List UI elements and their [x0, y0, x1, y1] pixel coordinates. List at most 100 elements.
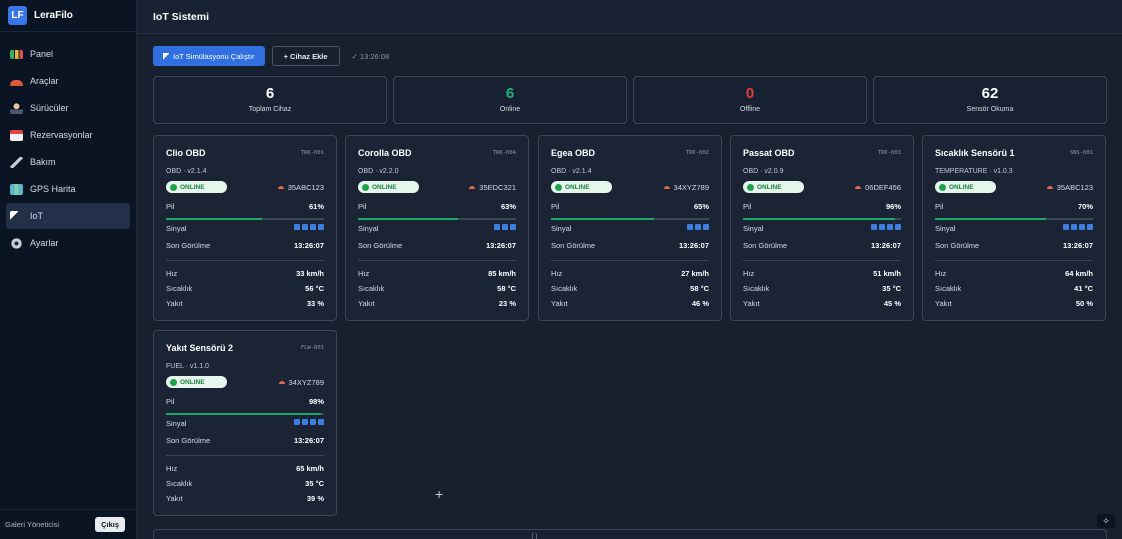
- battery-bar: [166, 413, 324, 415]
- fuel-row: Yakıt 50 %: [935, 299, 1093, 308]
- battery-row: Pil 96%: [743, 202, 901, 211]
- device-version: TEMPERATURE · v1.0.3: [935, 168, 1013, 175]
- last-seen-value: 13:26:07: [678, 241, 709, 250]
- last-seen-label: Son Görülme: [358, 241, 403, 250]
- signal-label: Sinyal: [551, 224, 572, 233]
- sidebar-nav: Panel Araçlar Sürücüler Rezervasyonlar B…: [0, 41, 136, 256]
- sidebar-item-bakim[interactable]: Bakım: [6, 149, 130, 175]
- car-icon: [1046, 186, 1053, 189]
- topbar: IoT Sistemi: [137, 0, 1122, 34]
- device-code: SNS-001: [1069, 150, 1093, 156]
- status-dot-icon: [362, 183, 369, 191]
- signal-bars: [1063, 224, 1093, 233]
- stat-value: 62: [981, 85, 999, 102]
- brand[interactable]: LF LeraFilo: [0, 0, 136, 32]
- status-text: ONLINE: [180, 378, 205, 386]
- battery-value: 65%: [693, 202, 709, 211]
- signal-bar-icon: [302, 224, 308, 230]
- speed-value: 27 km/h: [681, 269, 709, 278]
- fuel-row: Yakıt 33 %: [166, 299, 324, 308]
- temp-row: Sıcaklık 35 °C: [743, 284, 901, 293]
- signal-bar-icon: [310, 419, 316, 425]
- temp-label: Sıcaklık: [551, 284, 578, 293]
- device-name: Yakıt Sensörü 2: [166, 343, 234, 353]
- device-code: TRK-002: [685, 150, 709, 156]
- status-text: ONLINE: [180, 183, 205, 191]
- battery-label: Pil: [935, 202, 944, 211]
- logo: LF: [8, 6, 27, 25]
- bottom-panel: [ ]: [153, 529, 1107, 539]
- sidebar-item-rezervasyonlar[interactable]: Rezervasyonlar: [6, 122, 130, 148]
- status-text: ONLINE: [372, 183, 397, 191]
- battery-bar-fill: [166, 218, 263, 220]
- signal-label: Sinyal: [358, 224, 379, 233]
- status-dot-icon: [170, 378, 177, 386]
- device-card[interactable]: Egea OBD TRK-002 OBD · v2.1.4 ONLINE 34XYZ78…: [538, 135, 722, 321]
- signal-bar-icon: [510, 224, 516, 230]
- last-seen-label: Son Görülme: [935, 241, 980, 250]
- fuel-value: 46 %: [691, 299, 709, 308]
- driver-icon: [10, 102, 23, 114]
- temp-row: Sıcaklık 35 °C: [166, 479, 324, 488]
- status-badge: ONLINE: [166, 181, 227, 193]
- vehicle-plate: 35EDC321: [469, 183, 516, 192]
- divider: [358, 260, 516, 261]
- car-icon: [278, 381, 285, 384]
- signal-bar-icon: [887, 224, 893, 230]
- fuel-row: Yakıt 45 %: [743, 299, 901, 308]
- sidebar-item-ayarlar[interactable]: Ayarlar: [6, 230, 130, 256]
- vehicle-plate: 06DEF456: [855, 183, 901, 192]
- status-dot-icon: [939, 183, 946, 191]
- device-card[interactable]: Corolla OBD TRK-004 OBD · v2.2.0 ONLINE 35ED…: [345, 135, 529, 321]
- last-seen-row: Son Görülme 13:26:07: [166, 436, 324, 445]
- status-badge: ONLINE: [551, 181, 612, 193]
- signal-row: Sinyal: [743, 224, 901, 233]
- stat-value: 6: [265, 85, 275, 102]
- stats-row: 6 Toplam Cihaz 6 Online 0 Offline 62 Sen…: [153, 76, 1107, 124]
- battery-bar-fill: [166, 413, 321, 415]
- status-dot-icon: [170, 183, 177, 191]
- device-card[interactable]: Sıcaklık Sensörü 1 SNS-001 TEMPERATURE · v…: [922, 135, 1106, 321]
- battery-row: Pil 70%: [935, 202, 1093, 211]
- wrench-icon: [10, 156, 23, 168]
- logout-button[interactable]: Çıkış: [95, 517, 125, 532]
- signal-label: Sinyal: [743, 224, 764, 233]
- device-card[interactable]: Clio OBD TRK-001 OBD · v2.1.4 ONLINE 35ABC12…: [153, 135, 337, 321]
- car-icon: [663, 186, 670, 189]
- battery-row: Pil 98%: [166, 397, 324, 406]
- signal-bar-icon: [302, 419, 308, 425]
- signal-bars: [494, 224, 516, 233]
- device-version: FUEL · v1.1.0: [166, 363, 209, 370]
- speed-value: 85 km/h: [488, 269, 516, 278]
- last-seen-label: Son Görülme: [166, 241, 211, 250]
- magic-wand-icon[interactable]: ✧: [1097, 514, 1115, 528]
- sidebar-item-label: Ayarlar: [30, 238, 59, 248]
- speed-value: 64 km/h: [1065, 269, 1093, 278]
- run-simulation-button[interactable]: IoT Simülasyonu Çalıştır: [153, 46, 265, 66]
- stat-label: Toplam Cihaz: [248, 106, 292, 113]
- sidebar-item-iot[interactable]: IoT: [6, 203, 130, 229]
- sidebar-item-gps-harita[interactable]: GPS Harita: [6, 176, 130, 202]
- speed-row: Hız 27 km/h: [551, 269, 709, 278]
- status-badge: ONLINE: [166, 376, 227, 388]
- temp-value: 58 °C: [690, 284, 709, 293]
- device-card[interactable]: Yakıt Sensörü 2 FLW-001 FUEL · v1.1.0 ONLIN…: [153, 330, 337, 516]
- map-icon: [10, 183, 23, 195]
- sidebar-item-suruculer[interactable]: Sürücüler: [6, 95, 130, 121]
- sidebar-item-label: IoT: [30, 211, 44, 221]
- device-card[interactable]: Passat OBD TRK-003 OBD · v2.0.9 ONLINE 06DEF…: [730, 135, 914, 321]
- signal-label: Sinyal: [935, 224, 956, 233]
- temp-label: Sıcaklık: [358, 284, 385, 293]
- speed-label: Hız: [743, 269, 755, 278]
- battery-bar-fill: [743, 218, 895, 220]
- add-device-button[interactable]: + Cihaz Ekle: [271, 46, 340, 66]
- signal-bar-icon: [703, 224, 709, 230]
- battery-value: 61%: [308, 202, 324, 211]
- battery-bar: [743, 218, 901, 220]
- status-dot-icon: [747, 183, 754, 191]
- car-icon: [277, 186, 284, 189]
- sidebar-item-panel[interactable]: Panel: [6, 41, 130, 67]
- sidebar-item-araclar[interactable]: Araçlar: [6, 68, 130, 94]
- fuel-value: 33 %: [306, 299, 324, 308]
- temp-row: Sıcaklık 58 °C: [551, 284, 709, 293]
